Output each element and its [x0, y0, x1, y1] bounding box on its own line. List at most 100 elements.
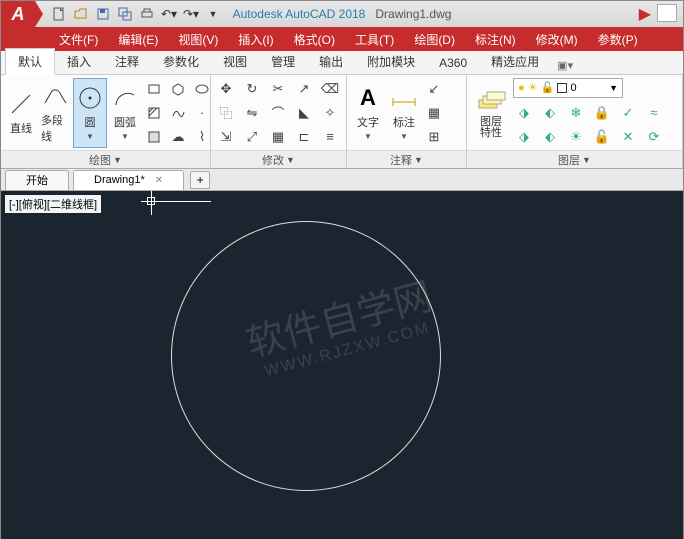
rtab-manage[interactable]: 管理 [259, 49, 307, 74]
dropdown-arrow-icon: ▼ [121, 132, 129, 141]
tool-stretch-icon[interactable]: ⇲ [215, 126, 237, 148]
tool-array-icon[interactable]: ▦ [267, 126, 289, 148]
menu-insert[interactable]: 插入(I) [228, 27, 283, 51]
tool-erase-icon[interactable]: ⌫ [319, 78, 341, 100]
rtab-featured[interactable]: 精选应用 [479, 49, 551, 74]
tool-polygon-icon[interactable] [167, 78, 189, 100]
panel-layers-title[interactable]: 图层▼ [467, 150, 682, 168]
tool-fillet-icon[interactable]: ⌒ [267, 102, 289, 124]
qat-open-icon[interactable] [71, 4, 91, 24]
rtab-insert[interactable]: 插入 [55, 49, 103, 74]
rtab-addons[interactable]: 附加模块 [355, 49, 427, 74]
tool-extend-icon[interactable]: ↗ [293, 78, 315, 100]
search-input[interactable] [657, 4, 677, 22]
tool-mirror-icon[interactable]: ⇋ [241, 102, 263, 124]
rtab-param[interactable]: 参数化 [151, 49, 211, 74]
tool-layon-icon[interactable]: ⬗ [513, 126, 535, 148]
dim-icon [390, 84, 418, 112]
tool-hatch-icon[interactable] [143, 102, 165, 124]
tool-polyline[interactable]: 多段线 [39, 78, 71, 148]
rtab-a360[interactable]: A360 [427, 52, 479, 74]
tool-align-icon[interactable]: ≡ [319, 126, 341, 148]
rtab-annotate[interactable]: 注释 [103, 49, 151, 74]
app-menu-button[interactable]: A [1, 1, 35, 27]
draw-small-tools: · ☁ ⌇ [143, 78, 213, 148]
tool-copy-icon[interactable]: ⿻ [215, 102, 237, 124]
tool-laydel-icon[interactable]: ✕ [617, 126, 639, 148]
rtab-default[interactable]: 默认 [5, 48, 55, 75]
tool-line[interactable]: 直线 [5, 78, 37, 148]
tool-point-icon[interactable]: · [191, 102, 213, 124]
bulb-icon: ● [518, 82, 525, 94]
tool-region-icon[interactable] [143, 126, 165, 148]
tool-rect-icon[interactable] [143, 78, 165, 100]
tool-trim-icon[interactable]: ✂ [267, 78, 289, 100]
doc-tab-drawing1[interactable]: Drawing1* ✕ [73, 170, 184, 190]
qat-undo-icon[interactable]: ↶▾ [159, 4, 179, 24]
dropdown-arrow-icon: ▼ [400, 132, 408, 141]
tool-helix-icon[interactable]: ⌇ [191, 126, 213, 148]
tool-arc[interactable]: 圆弧 ▼ [109, 78, 141, 148]
qat-redo-icon[interactable]: ↷▾ [181, 4, 201, 24]
tool-spline-icon[interactable] [167, 102, 189, 124]
tool-field-icon[interactable]: ⊞ [423, 126, 445, 148]
document-tabs: 开始 Drawing1* ✕ + [1, 169, 683, 191]
menu-param[interactable]: 参数(P) [588, 27, 648, 51]
tool-scale-icon[interactable]: ⤢ [241, 126, 263, 148]
panel-annotate-title[interactable]: 注释▼ [347, 150, 466, 168]
add-tab-button[interactable]: + [190, 171, 210, 189]
tool-layunlk-icon[interactable]: 🔓 [591, 126, 613, 148]
rtab-view[interactable]: 视图 [211, 49, 259, 74]
tool-laymch-icon[interactable]: ≈ [643, 102, 665, 124]
tool-rotate-icon[interactable]: ↻ [241, 78, 263, 100]
search-indicator-icon[interactable]: ▶ [639, 4, 651, 24]
arc-icon [111, 84, 139, 112]
tool-text[interactable]: A 文字 ▼ [351, 78, 385, 148]
tool-dim[interactable]: 标注 ▼ [387, 78, 421, 148]
viewport-label[interactable]: [-][俯视][二维线框] [5, 195, 101, 213]
tool-revcloud-icon[interactable]: ☁ [167, 126, 189, 148]
rtab-expand-icon[interactable]: ▣▾ [551, 57, 579, 74]
qat-save-icon[interactable] [93, 4, 113, 24]
modify-tools: ✥ ↻ ✂ ↗ ⌫ ⿻ ⇋ ⌒ ◣ ✧ ⇲ ⤢ ▦ ⊏ ≡ [215, 78, 343, 148]
tool-laywalk-icon[interactable]: ⟳ [643, 126, 665, 148]
menu-dim[interactable]: 标注(N) [465, 27, 526, 51]
menu-draw[interactable]: 绘图(D) [404, 27, 465, 51]
menu-modify[interactable]: 修改(M) [526, 27, 588, 51]
qat-saveas-icon[interactable] [115, 4, 135, 24]
tool-leader-icon[interactable]: ↙ [423, 78, 445, 100]
menu-format[interactable]: 格式(O) [284, 27, 345, 51]
qat-more-icon[interactable]: ▼ [203, 4, 223, 24]
menu-view[interactable]: 视图(V) [168, 27, 228, 51]
tool-circle[interactable]: 圆 ▼ [73, 78, 107, 148]
tool-layuniso-icon[interactable]: ⬖ [539, 126, 561, 148]
line-icon [7, 90, 35, 118]
tool-chamfer-icon[interactable]: ◣ [293, 102, 315, 124]
tool-move-icon[interactable]: ✥ [215, 78, 237, 100]
titlebar: A ↶▾ ↷▾ ▼ Autodesk AutoCAD 2018 Drawing1… [1, 1, 683, 27]
close-tab-icon[interactable]: ✕ [155, 175, 163, 186]
menu-file[interactable]: 文件(F) [49, 27, 108, 51]
qat-print-icon[interactable] [137, 4, 157, 24]
tool-offset-icon[interactable]: ⊏ [293, 126, 315, 148]
drawing-canvas[interactable]: [-][俯视][二维线框] 软件自学网 WWW.RJZXW.COM [1, 191, 683, 539]
tool-layerprops[interactable]: 图层 特性 [471, 78, 511, 148]
tool-explode-icon[interactable]: ✧ [319, 102, 341, 124]
tool-ellipse-icon[interactable] [191, 78, 213, 100]
doc-tab-start[interactable]: 开始 [5, 170, 69, 190]
tool-layiso-icon[interactable]: ⬖ [539, 102, 561, 124]
panel-draw-title[interactable]: 绘图▼ [1, 150, 210, 168]
tool-laythw-icon[interactable]: ☀ [565, 126, 587, 148]
layer-selector[interactable]: ● ☀ 🔓 0 ▼ [513, 78, 623, 98]
rtab-output[interactable]: 输出 [307, 49, 355, 74]
panel-modify-title[interactable]: 修改▼ [211, 150, 346, 168]
menu-tools[interactable]: 工具(T) [345, 27, 404, 51]
menu-edit[interactable]: 编辑(E) [108, 27, 168, 51]
tool-laylck-icon[interactable]: 🔒 [591, 102, 613, 124]
tool-layfrz-icon[interactable]: ❄ [565, 102, 587, 124]
tool-laymcur-icon[interactable]: ✓ [617, 102, 639, 124]
tool-table-icon[interactable]: ▦ [423, 102, 445, 124]
tool-layoff-icon[interactable]: ⬗ [513, 102, 535, 124]
drawn-circle[interactable] [171, 221, 441, 491]
qat-new-icon[interactable] [49, 4, 69, 24]
